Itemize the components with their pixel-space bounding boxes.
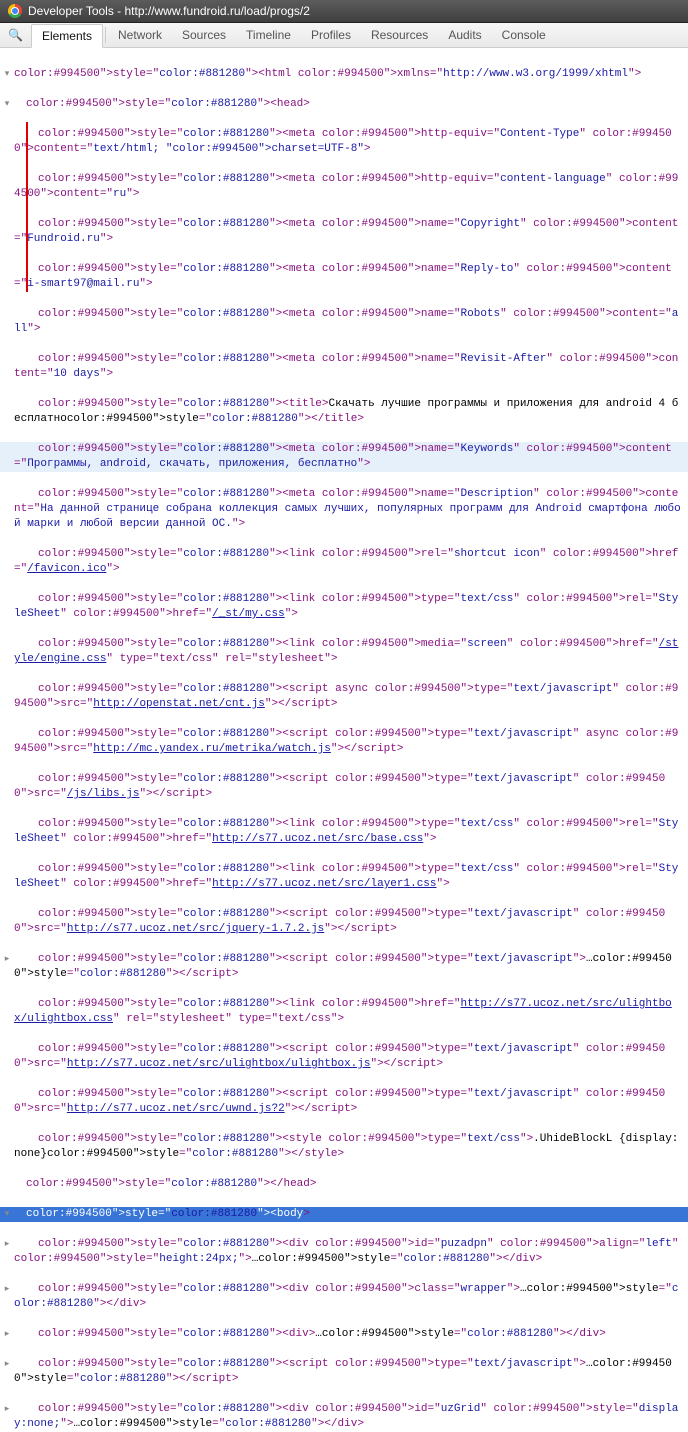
dom-node[interactable]: color:#994500">style="color:#881280"><li… (0, 637, 688, 667)
window-title: Developer Tools - http://www.fundroid.ru… (28, 4, 310, 18)
toggle-arrow-icon[interactable] (5, 1208, 10, 1220)
dom-node[interactable]: color:#994500">style="color:#881280"><li… (0, 997, 688, 1027)
dom-node[interactable]: color:#994500">style="color:#881280"><li… (0, 592, 688, 622)
toggle-arrow-icon[interactable] (5, 1283, 10, 1295)
elements-panel[interactable]: color:#994500">style="color:#881280"><ht… (0, 48, 688, 1432)
search-icon[interactable]: 🔍 (0, 24, 31, 46)
dom-node[interactable]: color:#994500">style="color:#881280"><sc… (0, 1087, 688, 1117)
dom-node[interactable]: color:#994500">style="color:#881280"><me… (0, 217, 688, 247)
dom-node[interactable]: color:#994500">style="color:#881280"><me… (0, 487, 688, 532)
dom-node[interactable]: color:#994500">style="color:#881280"><di… (0, 1282, 688, 1312)
dom-node[interactable]: color:#994500">style="color:#881280"><sc… (0, 727, 688, 757)
dom-node[interactable]: color:#994500">style="color:#881280"><di… (0, 1327, 688, 1342)
dom-node[interactable]: color:#994500">style="color:#881280"><li… (0, 862, 688, 892)
dom-node[interactable]: color:#994500">style="color:#881280"><ht… (0, 67, 688, 82)
dom-tree[interactable]: color:#994500">style="color:#881280"><ht… (0, 48, 688, 1432)
toggle-arrow-icon[interactable] (5, 1403, 10, 1415)
tab-resources[interactable]: Resources (361, 24, 438, 46)
tab-sources[interactable]: Sources (172, 24, 236, 46)
toggle-arrow-icon[interactable] (5, 98, 10, 110)
tab-audits[interactable]: Audits (438, 24, 491, 46)
toggle-arrow-icon[interactable] (5, 953, 10, 965)
dom-node[interactable]: color:#994500">style="color:#881280"><me… (0, 352, 688, 382)
toggle-arrow-icon[interactable] (5, 1358, 10, 1370)
dom-node[interactable]: color:#994500">style="color:#881280"><me… (0, 307, 688, 337)
annotation-highlight (26, 122, 28, 292)
tab-elements[interactable]: Elements (31, 24, 103, 48)
dom-node[interactable]: color:#994500">style="color:#881280"></h… (0, 1177, 688, 1192)
dom-node-selected[interactable]: color:#994500">style="color:#881280"><bo… (0, 1207, 688, 1222)
dom-node[interactable]: color:#994500">style="color:#881280"><me… (0, 172, 688, 202)
dom-node[interactable]: color:#994500">style="color:#881280"><li… (0, 817, 688, 847)
dom-node[interactable]: color:#994500">style="color:#881280"><di… (0, 1237, 688, 1267)
chrome-icon (8, 4, 22, 18)
dom-node[interactable]: color:#994500">style="color:#881280"><sc… (0, 907, 688, 937)
dom-node[interactable]: color:#994500">style="color:#881280"><sc… (0, 772, 688, 802)
toggle-arrow-icon[interactable] (5, 1328, 10, 1340)
devtools-toolbar: 🔍 Elements Network Sources Timeline Prof… (0, 23, 688, 48)
toggle-arrow-icon[interactable] (5, 68, 10, 80)
dom-node[interactable]: color:#994500">style="color:#881280"><ti… (0, 397, 688, 427)
dom-node[interactable]: color:#994500">style="color:#881280"><sc… (0, 682, 688, 712)
dom-node[interactable]: color:#994500">style="color:#881280"><sc… (0, 1357, 688, 1387)
window-titlebar: Developer Tools - http://www.fundroid.ru… (0, 0, 688, 23)
tab-console[interactable]: Console (492, 24, 556, 46)
separator (105, 27, 106, 43)
dom-node[interactable]: color:#994500">style="color:#881280"><st… (0, 1132, 688, 1162)
dom-node[interactable]: color:#994500">style="color:#881280"><me… (0, 442, 688, 472)
dom-node[interactable]: color:#994500">style="color:#881280"><me… (0, 127, 688, 157)
dom-node[interactable]: color:#994500">style="color:#881280"><me… (0, 262, 688, 292)
dom-node[interactable]: color:#994500">style="color:#881280"><he… (0, 97, 688, 112)
dom-node[interactable]: color:#994500">style="color:#881280"><sc… (0, 952, 688, 982)
dom-node[interactable]: color:#994500">style="color:#881280"><li… (0, 547, 688, 577)
tab-profiles[interactable]: Profiles (301, 24, 361, 46)
tab-network[interactable]: Network (108, 24, 172, 46)
toggle-arrow-icon[interactable] (5, 1238, 10, 1250)
dom-node[interactable]: color:#994500">style="color:#881280"><di… (0, 1402, 688, 1432)
dom-node[interactable]: color:#994500">style="color:#881280"><sc… (0, 1042, 688, 1072)
tab-timeline[interactable]: Timeline (236, 24, 301, 46)
